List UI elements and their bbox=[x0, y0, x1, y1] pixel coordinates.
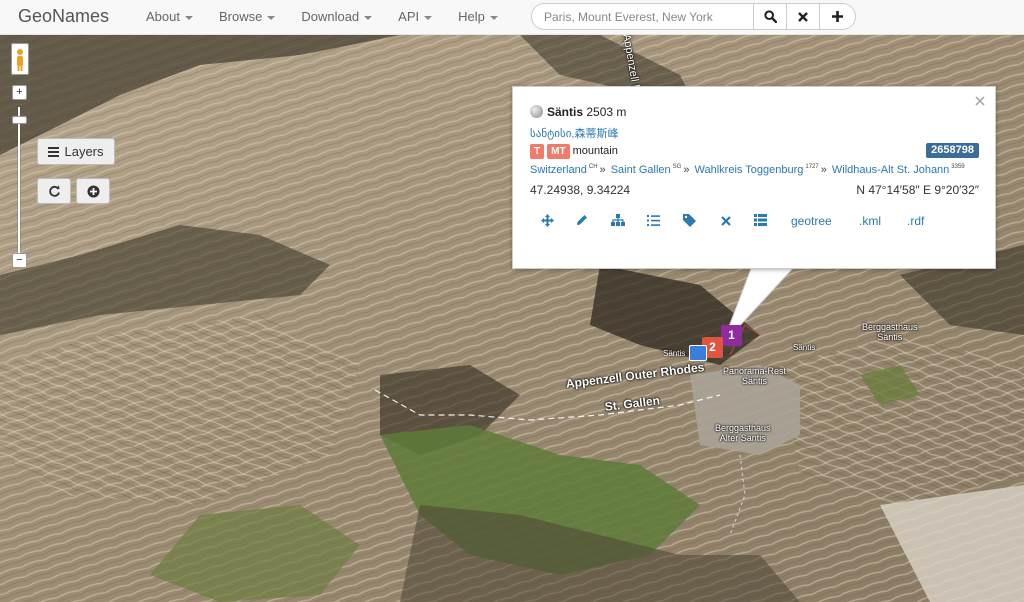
hierarchy-button[interactable] bbox=[611, 214, 625, 229]
refresh-button[interactable] bbox=[37, 178, 71, 204]
hierarchy-icon bbox=[611, 214, 625, 226]
caret-down-icon bbox=[364, 15, 373, 20]
map-label-peak: Säntis bbox=[663, 349, 686, 358]
hierarchy-code: 3359 bbox=[951, 164, 965, 170]
breadcrumb-separator: » bbox=[820, 164, 827, 176]
caret-down-icon bbox=[267, 15, 276, 20]
poi-label-line: Berggasthaus bbox=[862, 322, 918, 332]
menu-api[interactable]: API bbox=[385, 0, 445, 34]
place-name: Säntis bbox=[547, 105, 584, 119]
map-label-poi: Berggasthaus Säntis bbox=[862, 322, 918, 342]
search-input[interactable] bbox=[531, 3, 754, 30]
hierarchy-link[interactable]: Wildhaus-Alt St. Johann bbox=[832, 164, 949, 176]
map-marker-cluster[interactable] bbox=[689, 345, 707, 361]
poi-label-line: Säntis bbox=[742, 376, 768, 386]
add-button[interactable] bbox=[819, 3, 856, 30]
person-icon bbox=[17, 49, 23, 71]
layers-label: Layers bbox=[64, 144, 104, 159]
menu-help-label: Help bbox=[458, 9, 485, 24]
caret-down-icon bbox=[424, 15, 433, 20]
plus-icon bbox=[832, 11, 843, 22]
breadcrumb-separator: » bbox=[683, 164, 690, 176]
dms-coordinates: N 47°14′58″ E 9°20′32″ bbox=[856, 183, 979, 197]
geonameid-badge[interactable]: 2658798 bbox=[926, 143, 979, 158]
close-icon bbox=[975, 96, 985, 106]
hierarchy-link[interactable]: Switzerland bbox=[530, 164, 587, 176]
kml-link[interactable]: .kml bbox=[859, 214, 881, 228]
layers-button[interactable]: Layers bbox=[37, 138, 115, 165]
feature-type: mountain bbox=[572, 145, 618, 157]
hierarchy-code: CH bbox=[588, 164, 598, 170]
brand-logo[interactable]: GeoNames bbox=[18, 6, 109, 27]
hierarchy-code: 1727 bbox=[805, 164, 819, 170]
caret-down-icon bbox=[489, 15, 498, 20]
menu-about[interactable]: About bbox=[133, 0, 206, 34]
move-button[interactable] bbox=[541, 214, 554, 230]
tag-icon bbox=[683, 214, 696, 227]
main-menu: About Browse Download API Help bbox=[133, 0, 511, 34]
table-button[interactable] bbox=[754, 214, 767, 229]
feature-code-badge: MT bbox=[547, 143, 570, 159]
close-popup-button[interactable] bbox=[975, 93, 985, 109]
admin-hierarchy: Switzerland CH» Saint Gallen SG» Wahlkreis… bbox=[530, 164, 965, 176]
add-location-button[interactable] bbox=[76, 178, 110, 204]
place-elevation: 2503 m bbox=[586, 105, 627, 119]
map-label-poi: Berggasthaus Alter Säntis bbox=[715, 423, 771, 443]
menu-api-label: API bbox=[398, 9, 420, 24]
delete-icon bbox=[721, 216, 731, 226]
poi-label-line: Säntis bbox=[877, 332, 903, 342]
close-icon bbox=[798, 11, 808, 22]
globe-icon bbox=[530, 105, 543, 118]
map-label-peak: Säntis bbox=[793, 343, 816, 352]
plus-circle-icon bbox=[87, 185, 99, 197]
rdf-link[interactable]: .rdf bbox=[907, 214, 924, 228]
tags-button[interactable] bbox=[683, 214, 697, 230]
decimal-coordinates: 47.24938, 9.34224 bbox=[530, 183, 631, 197]
geotree-link[interactable]: geotree bbox=[791, 214, 832, 228]
menu-browse-label: Browse bbox=[218, 9, 263, 24]
edit-button[interactable] bbox=[576, 214, 588, 229]
search-icon bbox=[763, 10, 777, 23]
hierarchy-link[interactable]: Wahlkreis Toggenburg bbox=[695, 164, 804, 176]
map-label-poi: Panorama-Rest Säntis bbox=[723, 366, 786, 386]
menu-about-label: About bbox=[146, 9, 180, 24]
poi-label-line: Panorama-Rest bbox=[723, 366, 787, 376]
table-icon bbox=[754, 214, 767, 226]
hierarchy-link[interactable]: Saint Gallen bbox=[611, 164, 671, 176]
move-icon bbox=[541, 214, 554, 227]
zoom-slider-track[interactable] bbox=[18, 107, 20, 257]
edit-icon bbox=[577, 215, 587, 225]
search-form bbox=[531, 3, 856, 30]
caret-down-icon bbox=[184, 15, 193, 20]
feature-row: T MT mountain bbox=[530, 143, 618, 159]
navbar: GeoNames About Browse Download API Help bbox=[0, 0, 1024, 35]
hierarchy-code: SG bbox=[672, 164, 682, 170]
map-view[interactable]: Appenzell Inner Rhodes Appenzell Outer R… bbox=[0, 35, 1024, 602]
menu-browse[interactable]: Browse bbox=[206, 0, 288, 34]
zoom-slider-thumb[interactable] bbox=[12, 116, 27, 124]
bars-icon bbox=[48, 146, 60, 157]
place-popup: Säntis 2503 m სანტისი,森蒂斯峰 T MT mountain… bbox=[512, 86, 996, 269]
alternate-names[interactable]: სანტისი,森蒂斯峰 bbox=[530, 125, 618, 141]
zoom-out-button[interactable]: − bbox=[12, 253, 27, 268]
breadcrumb-separator: » bbox=[599, 164, 606, 176]
menu-download-label: Download bbox=[301, 9, 360, 24]
feature-class-badge: T bbox=[530, 143, 545, 159]
map-marker[interactable]: 1 bbox=[721, 325, 742, 346]
zoom-in-button[interactable]: + bbox=[12, 85, 27, 100]
street-view-pegman[interactable] bbox=[11, 43, 29, 75]
ordered-list-button[interactable] bbox=[647, 214, 660, 230]
poi-label-line: Alter Säntis bbox=[719, 433, 766, 443]
search-button[interactable] bbox=[753, 3, 787, 30]
list-ol-icon bbox=[647, 215, 660, 226]
menu-help[interactable]: Help bbox=[445, 0, 511, 34]
place-title: Säntis 2503 m bbox=[530, 105, 626, 119]
menu-download[interactable]: Download bbox=[288, 0, 385, 34]
delete-button[interactable] bbox=[721, 214, 731, 229]
poi-label-line: Berggasthaus bbox=[715, 423, 771, 433]
clear-search-button[interactable] bbox=[786, 3, 820, 30]
refresh-icon bbox=[48, 185, 60, 197]
